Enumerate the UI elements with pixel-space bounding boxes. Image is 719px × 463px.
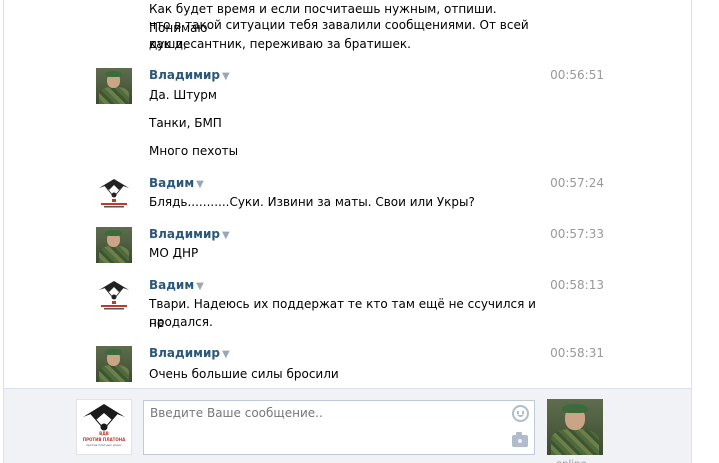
message-text: Да. Штурм — [149, 88, 217, 102]
avatar[interactable] — [96, 227, 132, 263]
message-text: продался. — [149, 315, 213, 329]
logo-caption-sub: против платных дорог — [86, 443, 122, 447]
peer-avatar[interactable] — [547, 399, 603, 455]
avatar[interactable] — [96, 68, 132, 104]
caret-down-icon[interactable]: ▼ — [222, 230, 230, 241]
avatar[interactable] — [96, 346, 132, 382]
message-input-box[interactable] — [143, 400, 535, 455]
peer-status: online — [556, 459, 587, 463]
logo-caption: ПРОТИВ ПЛАТОНА — [82, 437, 126, 442]
compose-area: ВДВ ПРОТИВ ПЛАТОНА против платных дорог … — [4, 388, 691, 463]
caret-down-icon[interactable]: ▼ — [196, 281, 204, 292]
soldier-avatar-icon — [547, 399, 603, 455]
paratrooper-logo-icon — [96, 278, 132, 314]
soldier-avatar-icon — [96, 227, 132, 263]
dialog-panel: Как будет время и если посчитаешь нужным… — [3, 0, 692, 463]
message-history[interactable]: Как будет время и если посчитаешь нужным… — [4, 0, 691, 388]
message-time[interactable]: 00:57:24 — [550, 176, 604, 190]
message-text: Танки, БМП — [149, 116, 222, 130]
soldier-avatar-icon — [96, 346, 132, 382]
soldier-avatar-icon — [96, 68, 132, 104]
own-avatar[interactable]: ВДВ ПРОТИВ ПЛАТОНА против платных дорог — [76, 399, 132, 455]
smile-icon[interactable] — [512, 405, 529, 422]
message-input[interactable] — [144, 401, 514, 454]
logo-caption-top: ВДВ — [99, 431, 109, 436]
message-author[interactable]: Вадим ▼ — [149, 176, 204, 190]
caret-down-icon[interactable]: ▼ — [196, 179, 204, 190]
caret-down-icon[interactable]: ▼ — [222, 71, 230, 82]
message-text: Много пехоты — [149, 144, 239, 158]
message-time[interactable]: 00:58:13 — [550, 278, 604, 292]
message-time[interactable]: 00:56:51 — [550, 68, 604, 82]
message-text: Очень большие силы бросили — [149, 367, 339, 381]
message-time[interactable]: 00:57:33 — [550, 227, 604, 241]
camera-icon[interactable] — [512, 432, 528, 447]
paratrooper-logo-icon — [96, 176, 132, 212]
message-time[interactable]: 00:58:31 — [550, 346, 604, 360]
avatar[interactable] — [96, 278, 132, 314]
avatar[interactable] — [96, 176, 132, 212]
message-author[interactable]: Вадим ▼ — [149, 278, 204, 292]
message-author[interactable]: Владимир ▼ — [149, 346, 230, 360]
message-text: МО ДНР — [149, 246, 199, 260]
message-text: как десантник, переживаю за братишек. — [149, 37, 411, 51]
caret-down-icon[interactable]: ▼ — [222, 349, 230, 360]
message-author[interactable]: Владимир ▼ — [149, 68, 230, 82]
message-author[interactable]: Владимир ▼ — [149, 227, 230, 241]
message-text: Блядь...........Суки. Извини за маты. Св… — [149, 195, 475, 209]
